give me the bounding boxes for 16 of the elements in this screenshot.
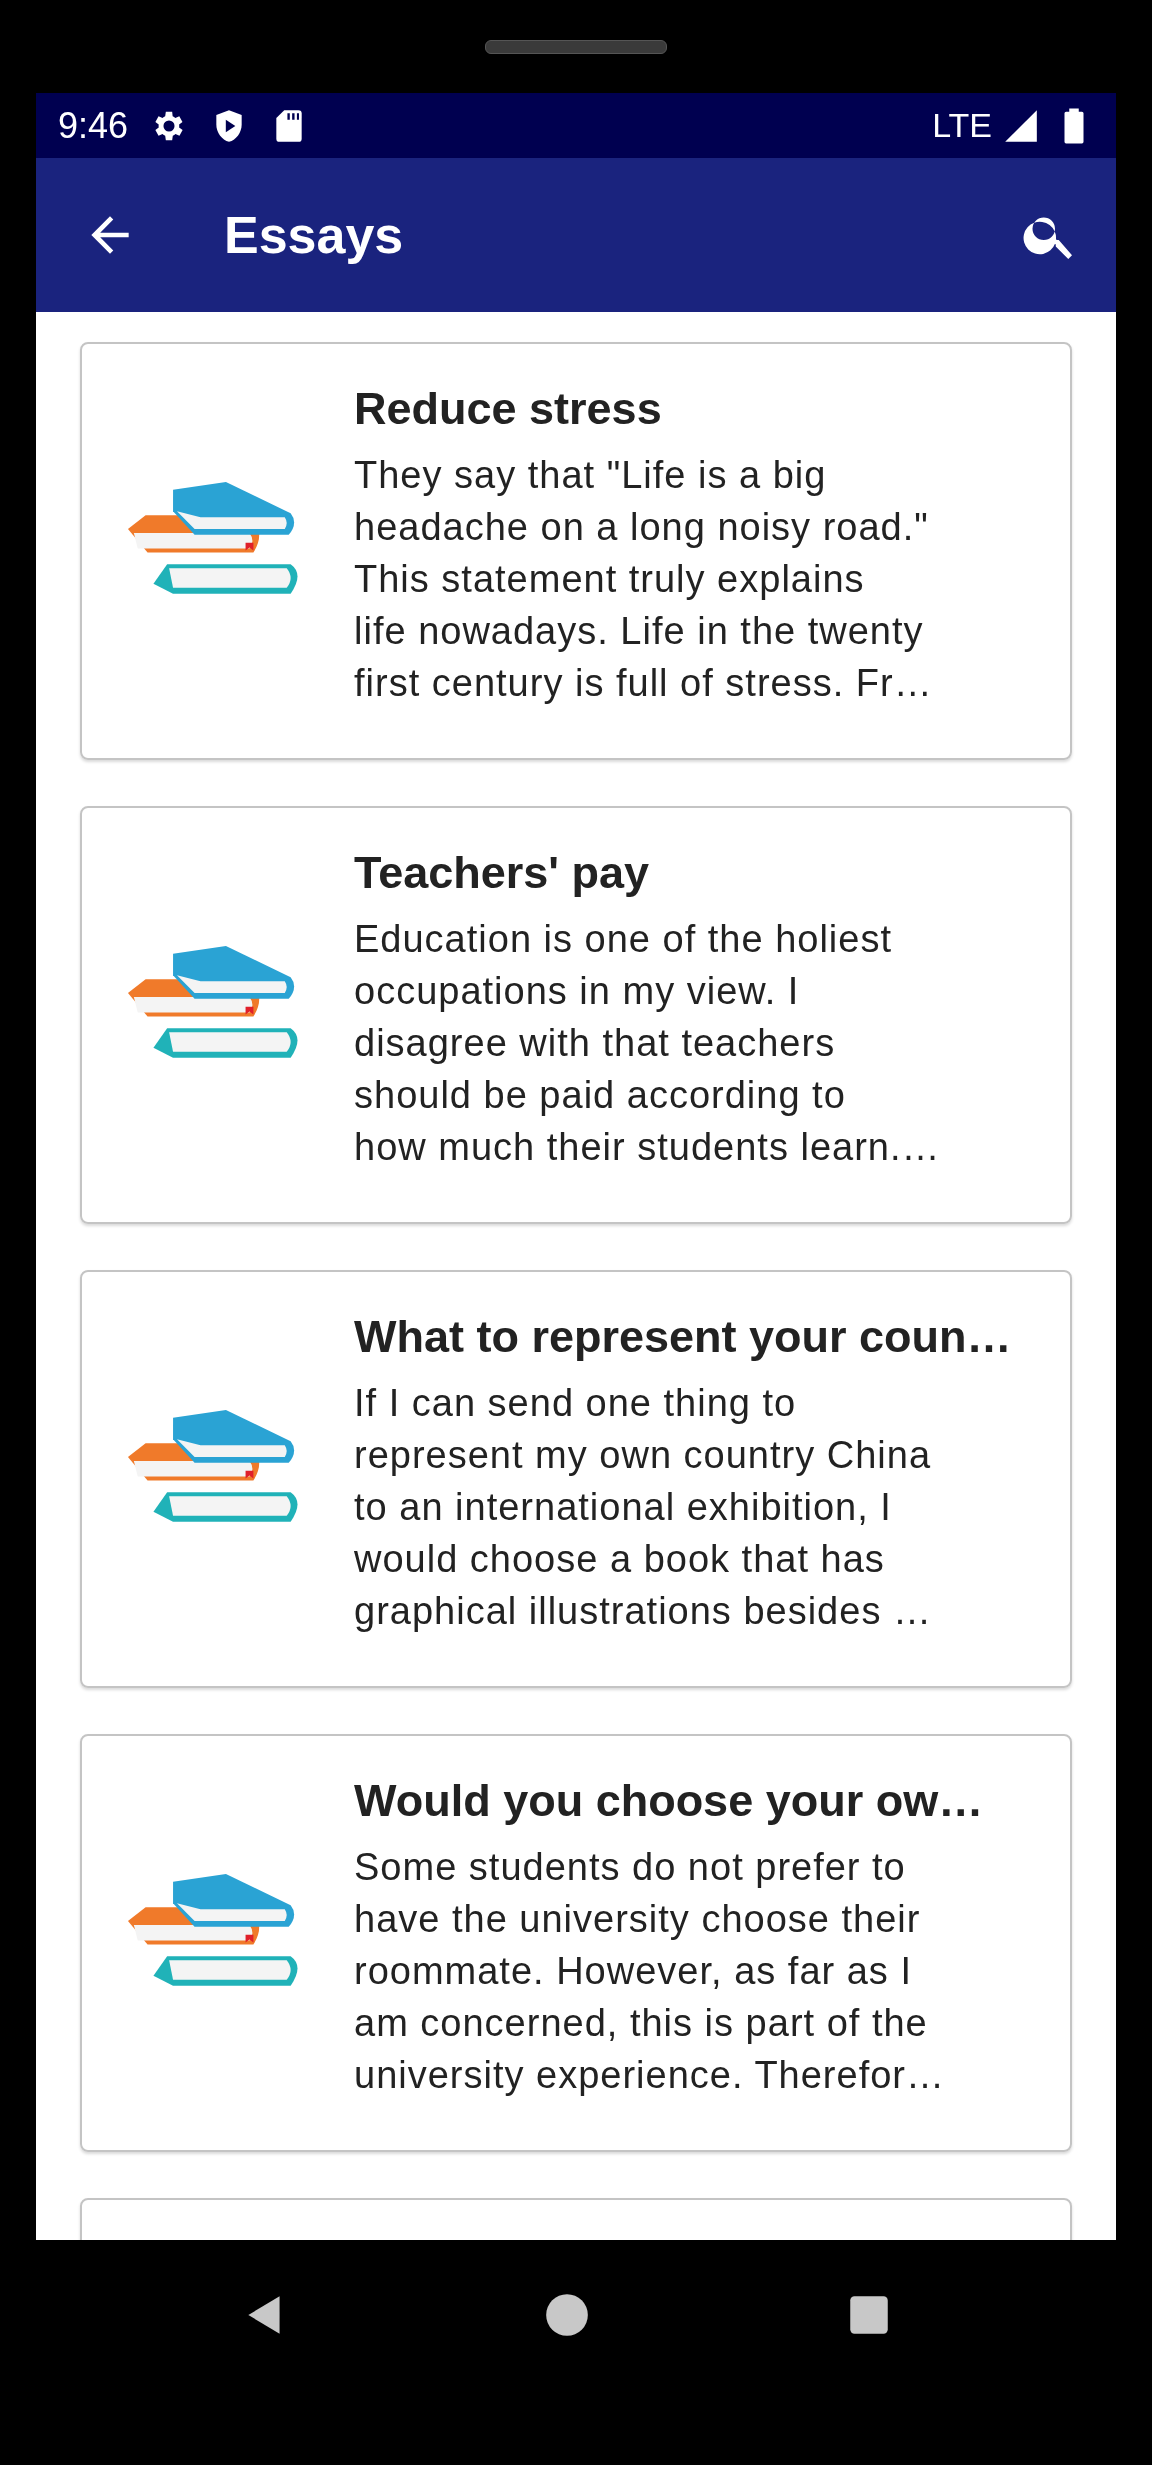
status-time: 9:46 [58,104,129,147]
essay-title: Reduce stress [354,383,663,435]
essay-excerpt: Some students do not prefer to have the university choose their roommate. However, as far as I am concerned, this is part of the university experience. Therefor… [354,1845,946,2098]
essay-excerpt: They say that "Life is a big headache on a long noisy road." This statement truly explains life nowadays. Life in the twenty first century is full of stress. Fr… [354,453,933,706]
network-type: LTE [932,106,992,145]
essay-card[interactable]: Teachers' pay Education is one of the holiest occupations in my view. I disagree with that teachers should be paid according to how much their students learn.… [80,806,1072,1224]
battery-icon [1062,106,1086,145]
essay-title: Would you choose your ow… [354,1775,984,1827]
essay-excerpt: Education is one of the holiest occupations in my view. I disagree with that teachers should be paid according to how much their students learn.… [354,917,941,1170]
essay-card[interactable]: What to represent your coun… If I can send one thing to represent my own country China to an international exhibition, I would choose a book that has graphical illustrations besides … [80,1270,1072,1688]
essay-title: What to represent your coun… [354,1311,1012,1363]
essay-card[interactable]: Reduce stress They say that "Life is a big headache on a long noisy road." This statement truly explains life nowadays. Life in the twenty first century is full of stress. Fr… [80,342,1072,760]
screen-title: Essays [224,205,405,265]
essay-card[interactable]: Would you choose your ow… Some students do not prefer to have the university choose their roommate. However, as far as I am concerned, this is part of the university experience. Therefor… [80,1734,1072,2152]
essay-excerpt: If I can send one thing to represent my own country China to an international exhibition, I would choose a book that has graphical illustrations besides … [354,1381,933,1634]
essay-title: Teachers' pay [354,847,651,899]
